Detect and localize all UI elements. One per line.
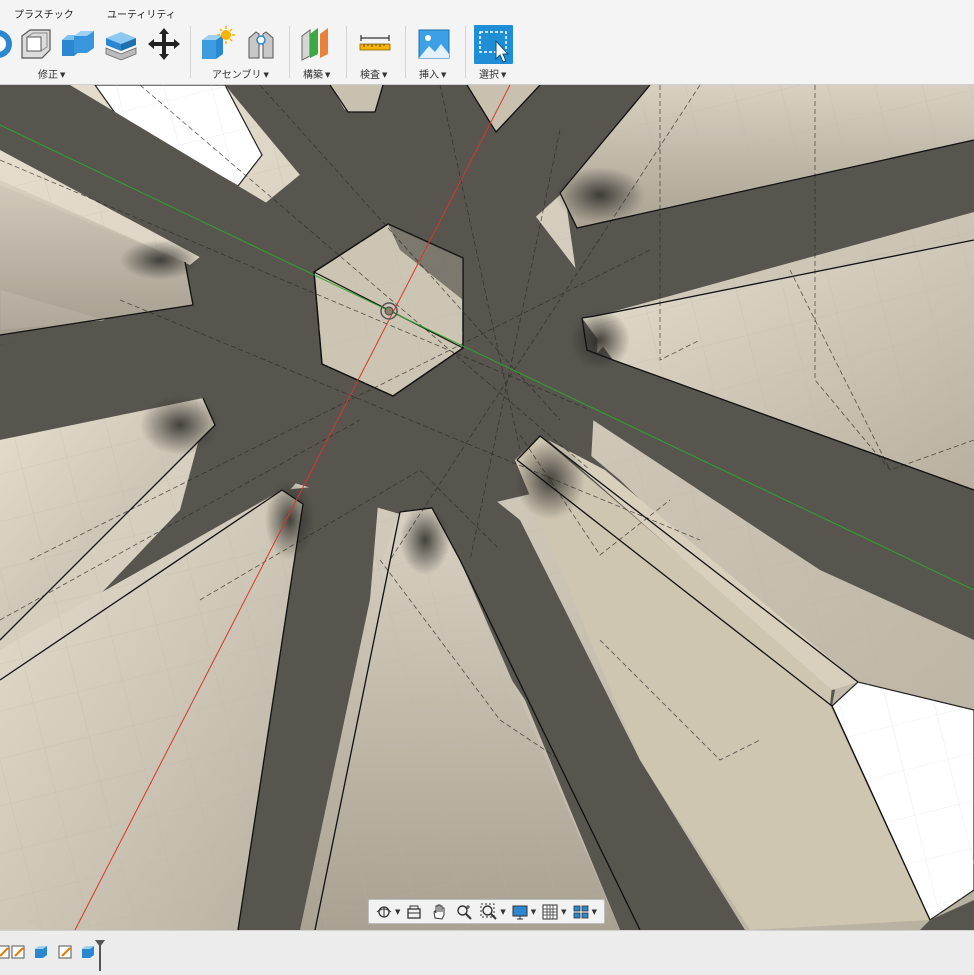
- chevron-down-icon[interactable]: ▼: [395, 908, 400, 916]
- insert-image-icon[interactable]: [414, 24, 454, 64]
- timeline-bar: [0, 930, 974, 975]
- select-group-label[interactable]: 選択 ▼: [479, 66, 506, 81]
- pan-icon[interactable]: [428, 902, 450, 922]
- assembly-group-label[interactable]: アセンブリ ▼: [212, 66, 269, 81]
- group-divider: [346, 26, 347, 78]
- construct-group-label[interactable]: 構築 ▼: [303, 66, 330, 81]
- orbit-icon[interactable]: [373, 902, 395, 922]
- group-divider: [405, 26, 406, 78]
- joint-icon[interactable]: [241, 24, 281, 64]
- group-divider: [289, 26, 290, 78]
- look-at-icon[interactable]: [403, 902, 425, 922]
- offset-face-icon[interactable]: [101, 24, 141, 64]
- grid-settings-icon[interactable]: [539, 902, 561, 922]
- 3d-viewport[interactable]: ▼ ▼ ▼ ▼ ▼: [0, 85, 974, 930]
- navigation-bar: ▼ ▼ ▼ ▼ ▼: [368, 899, 605, 924]
- chevron-down-icon[interactable]: ▼: [561, 908, 566, 916]
- measure-icon[interactable]: [355, 24, 395, 64]
- chevron-down-icon[interactable]: ▼: [531, 908, 536, 916]
- new-component-icon[interactable]: [197, 24, 237, 64]
- viewports-icon[interactable]: [570, 902, 592, 922]
- select-icon[interactable]: [474, 25, 513, 64]
- body-icon[interactable]: [32, 943, 50, 961]
- move-icon[interactable]: [144, 24, 184, 64]
- group-divider: [190, 26, 191, 78]
- offset-plane-icon[interactable]: [296, 24, 336, 64]
- insert-group-label[interactable]: 挿入 ▼: [419, 66, 446, 81]
- inspect-group-label[interactable]: 検査 ▼: [360, 66, 387, 81]
- zoom-icon[interactable]: [453, 902, 475, 922]
- fit-icon[interactable]: [478, 902, 500, 922]
- sketch-icon[interactable]: [56, 943, 74, 961]
- combine-icon[interactable]: [58, 24, 98, 64]
- sketch-icon[interactable]: [9, 943, 27, 961]
- shell-icon[interactable]: [16, 24, 56, 64]
- tab-utilities[interactable]: ユーティリティ: [107, 6, 176, 21]
- display-settings-icon[interactable]: [509, 902, 531, 922]
- chevron-down-icon[interactable]: ▼: [592, 908, 597, 916]
- tab-plastic[interactable]: プラスチック: [14, 6, 74, 21]
- chevron-down-icon[interactable]: ▼: [500, 908, 505, 916]
- group-divider: [465, 26, 466, 78]
- timeline-marker[interactable]: [94, 939, 106, 971]
- modify-group-label[interactable]: 修正 ▼: [38, 66, 65, 81]
- ribbon-toolbar: プラスチック ユーティリティ 修正 ▼ アセンブリ ▼ 構築 ▼ 検査 ▼ 挿入 ▼: [0, 0, 974, 85]
